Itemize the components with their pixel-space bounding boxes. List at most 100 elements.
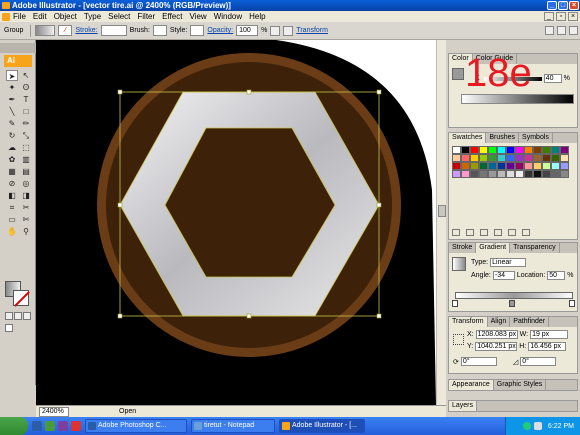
tab-symbols[interactable]: Symbols — [519, 133, 553, 143]
swatch[interactable] — [497, 170, 506, 178]
app-icon[interactable] — [58, 421, 68, 431]
menu-view[interactable]: View — [189, 12, 206, 21]
stroke-weight-field[interactable] — [100, 25, 127, 36]
zoom-tool-icon[interactable]: ⚲ — [20, 226, 32, 237]
swatch[interactable] — [488, 162, 497, 170]
menu-file[interactable]: File — [13, 12, 26, 21]
gradient-preview-swatch[interactable] — [452, 257, 466, 271]
swatch[interactable] — [497, 154, 506, 162]
gradient-stop-middle[interactable] — [509, 300, 515, 307]
swatch[interactable] — [533, 154, 542, 162]
scrollbar-thumb[interactable] — [438, 205, 446, 217]
stroke-color-swatch[interactable]: ⁄ — [58, 25, 73, 36]
swatch[interactable] — [479, 146, 488, 154]
tab-appearance[interactable]: Appearance — [449, 380, 494, 390]
gradient-slider[interactable] — [455, 292, 573, 299]
live-paint-selection-tool-icon[interactable]: ◨ — [20, 190, 32, 201]
tab-pathfinder[interactable]: Pathfinder — [510, 317, 550, 327]
k-value-field[interactable]: 40 — [543, 74, 562, 83]
eyedropper-tool-icon[interactable]: ⊘ — [6, 178, 18, 189]
align-icon[interactable] — [545, 26, 554, 35]
tab-align[interactable]: Align — [488, 317, 511, 327]
explorer-icon[interactable] — [45, 421, 55, 431]
color-spectrum-bar[interactable] — [461, 94, 574, 104]
fill-color-swatch[interactable] — [35, 25, 56, 36]
swatch[interactable] — [551, 146, 560, 154]
none-mode-button[interactable] — [23, 312, 31, 320]
swatch[interactable] — [506, 154, 515, 162]
swatch[interactable] — [542, 146, 551, 154]
menu-window[interactable]: Window — [214, 12, 242, 21]
live-paint-tool-icon[interactable]: ◧ — [6, 190, 18, 201]
h-field[interactable]: 16.456 px — [528, 342, 567, 351]
swatch-options-icon[interactable] — [480, 229, 488, 236]
lasso-tool-icon[interactable]: ʘ — [20, 82, 32, 93]
swatch[interactable] — [470, 154, 479, 162]
style-dropdown[interactable] — [190, 25, 205, 36]
bbox-handle[interactable] — [117, 313, 123, 319]
menu-select[interactable]: Select — [108, 12, 130, 21]
swatch[interactable] — [515, 170, 524, 178]
stroke-swatch[interactable] — [13, 290, 29, 306]
swatch[interactable] — [470, 146, 479, 154]
menu-object[interactable]: Object — [54, 12, 77, 21]
brush-dropdown[interactable] — [152, 25, 167, 36]
w-field[interactable]: 19 px — [530, 330, 569, 339]
task-notepad[interactable]: tiretut - Notepad — [191, 419, 275, 433]
color-mode-button[interactable] — [5, 312, 13, 320]
gradient-stop-right[interactable] — [569, 300, 575, 307]
clock[interactable]: 6:22 PM — [548, 423, 574, 430]
swatch[interactable] — [515, 162, 524, 170]
type-tool-icon[interactable]: T — [20, 94, 32, 105]
swatch[interactable] — [533, 162, 542, 170]
swatch[interactable] — [560, 154, 569, 162]
task-illustrator[interactable]: Adobe Illustrator - [... — [279, 419, 365, 433]
gradient-type-dropdown[interactable]: Linear — [490, 258, 527, 267]
tab-gradient[interactable]: Gradient — [476, 243, 511, 253]
selection-tool-icon[interactable]: ➤ — [6, 70, 18, 81]
new-color-group-icon[interactable] — [494, 229, 502, 236]
document-icon[interactable] — [2, 12, 10, 21]
location-field[interactable]: 50 — [547, 271, 566, 280]
rotate-field[interactable]: 0° — [460, 357, 497, 366]
mesh-tool-icon[interactable]: ▦ — [6, 166, 18, 177]
new-swatch-icon[interactable] — [508, 229, 516, 236]
bbox-handle[interactable] — [117, 202, 123, 208]
swatch[interactable] — [488, 170, 497, 178]
swatch[interactable] — [515, 146, 524, 154]
volume-icon[interactable] — [533, 422, 542, 430]
menu-effect[interactable]: Effect — [162, 12, 182, 21]
document-setup-icon[interactable] — [270, 25, 281, 36]
status-text[interactable]: Open — [119, 408, 136, 415]
opacity-field[interactable]: 100 — [236, 25, 259, 36]
tab-transparency[interactable]: Transparency — [510, 243, 560, 253]
preferences-icon[interactable] — [283, 25, 294, 36]
close-button[interactable]: × — [569, 1, 579, 10]
swatch[interactable] — [452, 154, 461, 162]
tab-graphic-styles[interactable]: Graphic Styles — [494, 380, 547, 390]
swatch[interactable] — [497, 162, 506, 170]
task-photoshop[interactable]: Adobe Photoshop C... — [85, 419, 187, 433]
tools-panel-header[interactable] — [0, 43, 36, 53]
menu-edit[interactable]: Edit — [33, 12, 47, 21]
swatch[interactable] — [506, 162, 515, 170]
swatch[interactable] — [461, 170, 470, 178]
pencil-tool-icon[interactable]: ✏ — [20, 118, 32, 129]
swatch[interactable] — [515, 154, 524, 162]
swatch[interactable] — [560, 170, 569, 178]
free-transform-tool-icon[interactable]: ⬚ — [20, 142, 32, 153]
bbox-handle[interactable] — [376, 89, 382, 95]
swatch[interactable] — [452, 162, 461, 170]
swatch[interactable] — [551, 162, 560, 170]
swatch[interactable] — [479, 170, 488, 178]
swatch[interactable] — [488, 154, 497, 162]
bbox-handle[interactable] — [246, 313, 252, 319]
swatch[interactable] — [524, 170, 533, 178]
swatch[interactable] — [470, 162, 479, 170]
swatch[interactable] — [452, 170, 461, 178]
menu-filter[interactable]: Filter — [137, 12, 155, 21]
swatch-library-icon[interactable] — [452, 229, 460, 236]
gradient-stop-left[interactable] — [452, 300, 458, 307]
y-field[interactable]: 1040.251 px — [475, 342, 518, 351]
start-button[interactable] — [0, 417, 28, 435]
